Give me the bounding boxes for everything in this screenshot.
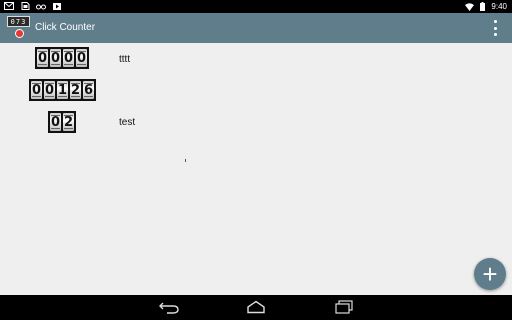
counter-digit: 1 [57,81,68,99]
app-logo[interactable]: 073 [7,16,30,40]
notification-icons [4,2,62,10]
glasses-icon [36,4,46,10]
counter-digit: 0 [50,49,61,67]
app-title: Click Counter [35,22,96,33]
counter-row[interactable]: 0 2 test [0,109,512,137]
counter-row[interactable]: 0 0 1 2 6 [0,77,512,105]
counter-digit: 2 [70,81,81,99]
home-icon[interactable] [245,300,267,314]
plus-icon: + [482,259,498,289]
counter-display[interactable]: 0 0 0 0 [35,47,89,69]
counter-digit: 0 [44,81,55,99]
app-bar: 073 Click Counter [0,13,512,43]
sim-card-icon [21,2,30,10]
counter-label: test [119,117,136,128]
back-icon[interactable] [158,300,180,314]
counter-digit: 0 [37,49,48,67]
wifi-icon [465,2,475,11]
navigation-bar [0,295,512,320]
battery-icon [480,2,486,11]
counter-row[interactable]: 0 0 0 0 tttt [0,45,512,73]
counter-digit: 6 [83,81,94,99]
counter-digit: 2 [63,113,74,131]
counter-display[interactable]: 0 2 [48,111,76,133]
counter-display[interactable]: 0 0 1 2 6 [29,79,96,101]
add-counter-button[interactable]: + [474,258,506,290]
app-logo-digits: 073 [7,16,30,27]
status-right: 9:40 [465,1,507,12]
status-bar: 9:40 [0,0,512,13]
counter-digit: 0 [50,113,61,131]
app-logo-button [15,29,24,38]
counter-label: tttt [119,54,131,65]
counter-digit: 0 [31,81,42,99]
overflow-menu-icon[interactable] [492,20,498,36]
gmail-icon [4,2,14,10]
counter-digit: 0 [63,49,74,67]
stray-mark [185,159,186,162]
status-time: 9:40 [491,2,507,11]
recent-apps-icon[interactable] [333,300,355,314]
play-store-icon [53,3,61,10]
counter-digit: 0 [76,49,87,67]
